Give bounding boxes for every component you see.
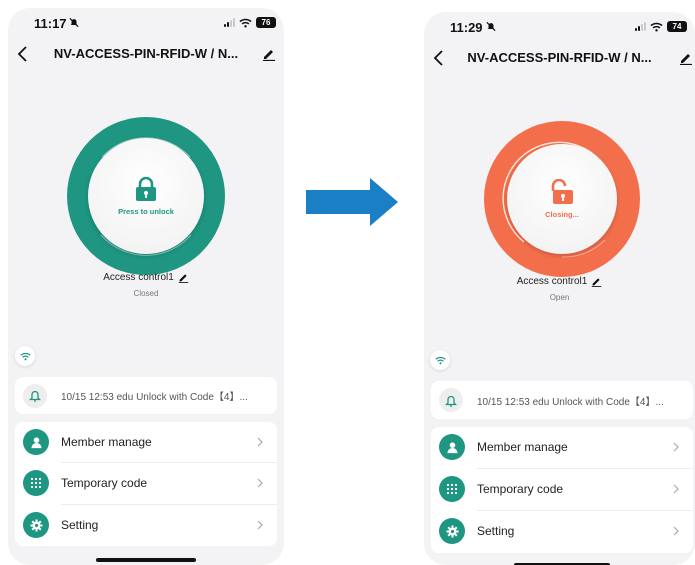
- transition-arrow: [306, 178, 398, 226]
- notification-bell-icon: [445, 395, 457, 407]
- gear-icon: [439, 518, 465, 544]
- device-name: Access control1: [103, 272, 174, 283]
- lock-caption: Press to unlock: [118, 207, 174, 216]
- device-status: Open: [549, 293, 570, 302]
- phone-screen-unlocked: 11:29 74 NV-ACCESS-PIN-RFID-W / N... Clo…: [424, 12, 695, 565]
- menu-label: Member manage: [61, 435, 152, 449]
- wifi-connection-badge: [430, 350, 450, 370]
- log-entry-text: 10/15 12:53 edu Unlock with Code【4】...: [477, 396, 664, 408]
- locked-padlock-icon: [136, 176, 156, 201]
- status-indicators: 76: [224, 17, 276, 28]
- menu-card: Member manage Temporary code Setting: [431, 427, 693, 553]
- back-arrow-icon[interactable]: [16, 45, 30, 63]
- menu-item-member-manage[interactable]: Member manage: [15, 422, 277, 462]
- edit-name-icon[interactable]: [591, 276, 602, 287]
- back-arrow-icon[interactable]: [432, 49, 446, 67]
- menu-label: Temporary code: [477, 482, 564, 496]
- edit-name-icon[interactable]: [178, 272, 189, 283]
- cellular-signal-icon: [224, 18, 235, 27]
- keypad-icon: [23, 470, 49, 496]
- unlock-button[interactable]: Press to unlock: [88, 138, 204, 254]
- bell-off-icon: [486, 21, 496, 32]
- status-time: 11:17: [34, 16, 67, 31]
- chevron-right-icon: [257, 437, 263, 447]
- device-status: Closed: [133, 289, 159, 298]
- device-name-row: Access control1: [424, 276, 695, 287]
- person-icon: [439, 434, 465, 460]
- device-title: NV-ACCESS-PIN-RFID-W / N...: [53, 46, 239, 61]
- keypad-icon: [439, 476, 465, 502]
- edit-pencil-icon[interactable]: [679, 51, 693, 65]
- navigation-bar: NV-ACCESS-PIN-RFID-W / N...: [424, 46, 695, 70]
- wifi-connection-badge: [15, 346, 35, 366]
- menu-label: Setting: [61, 518, 99, 532]
- wifi-status-icon: [650, 22, 663, 32]
- lock-control-ring: Press to unlock: [67, 117, 225, 275]
- menu-label: Temporary code: [61, 476, 148, 490]
- lock-control-ring: Closing...: [484, 121, 640, 277]
- chevron-right-icon: [673, 526, 679, 536]
- bell-off-icon: [69, 17, 79, 28]
- edit-pencil-icon[interactable]: [262, 47, 276, 61]
- wifi-icon: [19, 352, 31, 360]
- comparison-canvas: 11:17 76 NV-ACCESS-PIN-RFID-W / N... Pre…: [0, 0, 695, 565]
- chevron-right-icon: [257, 520, 263, 530]
- wifi-status-icon: [239, 18, 252, 28]
- status-indicators: 74: [635, 21, 687, 32]
- log-entry-text: 10/15 12:53 edu Unlock with Code【4】...: [61, 392, 248, 403]
- unlocked-padlock-icon: [551, 179, 573, 204]
- device-name-row: Access control1: [8, 272, 284, 283]
- log-bell-container: [23, 383, 47, 408]
- phone-screen-locked: 11:17 76 NV-ACCESS-PIN-RFID-W / N... Pre…: [8, 8, 284, 565]
- status-bar: 11:29 74: [424, 12, 695, 40]
- menu-label: Member manage: [477, 440, 568, 454]
- chevron-right-icon: [673, 442, 679, 452]
- wifi-icon: [434, 356, 446, 364]
- device-title: NV-ACCESS-PIN-RFID-W / N...: [467, 50, 652, 65]
- unlock-button[interactable]: Closing...: [507, 144, 617, 254]
- device-name: Access control1: [516, 276, 588, 287]
- menu-item-temporary-code[interactable]: Temporary code: [431, 469, 693, 509]
- battery-level: 74: [667, 21, 687, 32]
- menu-item-member-manage[interactable]: Member manage: [431, 427, 693, 467]
- notification-bell-icon: [29, 390, 41, 402]
- latest-log-card[interactable]: 10/15 12:53 edu Unlock with Code【4】...: [15, 377, 277, 414]
- menu-item-setting[interactable]: Setting: [15, 505, 277, 545]
- chevron-right-icon: [673, 484, 679, 494]
- navigation-bar: NV-ACCESS-PIN-RFID-W / N...: [8, 42, 284, 66]
- menu-card: Member manage Temporary code Setting: [15, 422, 277, 546]
- latest-log-card[interactable]: 10/15 12:53 edu Unlock with Code【4】...: [431, 381, 693, 419]
- chevron-right-icon: [257, 478, 263, 488]
- lock-caption: Closing...: [545, 210, 579, 219]
- cellular-signal-icon: [635, 22, 646, 31]
- person-icon: [23, 429, 49, 455]
- home-indicator: [96, 558, 196, 562]
- menu-label: Setting: [477, 524, 515, 538]
- menu-item-setting[interactable]: Setting: [431, 511, 693, 551]
- menu-item-temporary-code[interactable]: Temporary code: [15, 463, 277, 503]
- gear-icon: [23, 512, 49, 538]
- status-bar: 11:17 76: [8, 8, 284, 36]
- status-time: 11:29: [450, 20, 483, 35]
- battery-level: 76: [256, 17, 276, 28]
- log-bell-container: [439, 388, 463, 412]
